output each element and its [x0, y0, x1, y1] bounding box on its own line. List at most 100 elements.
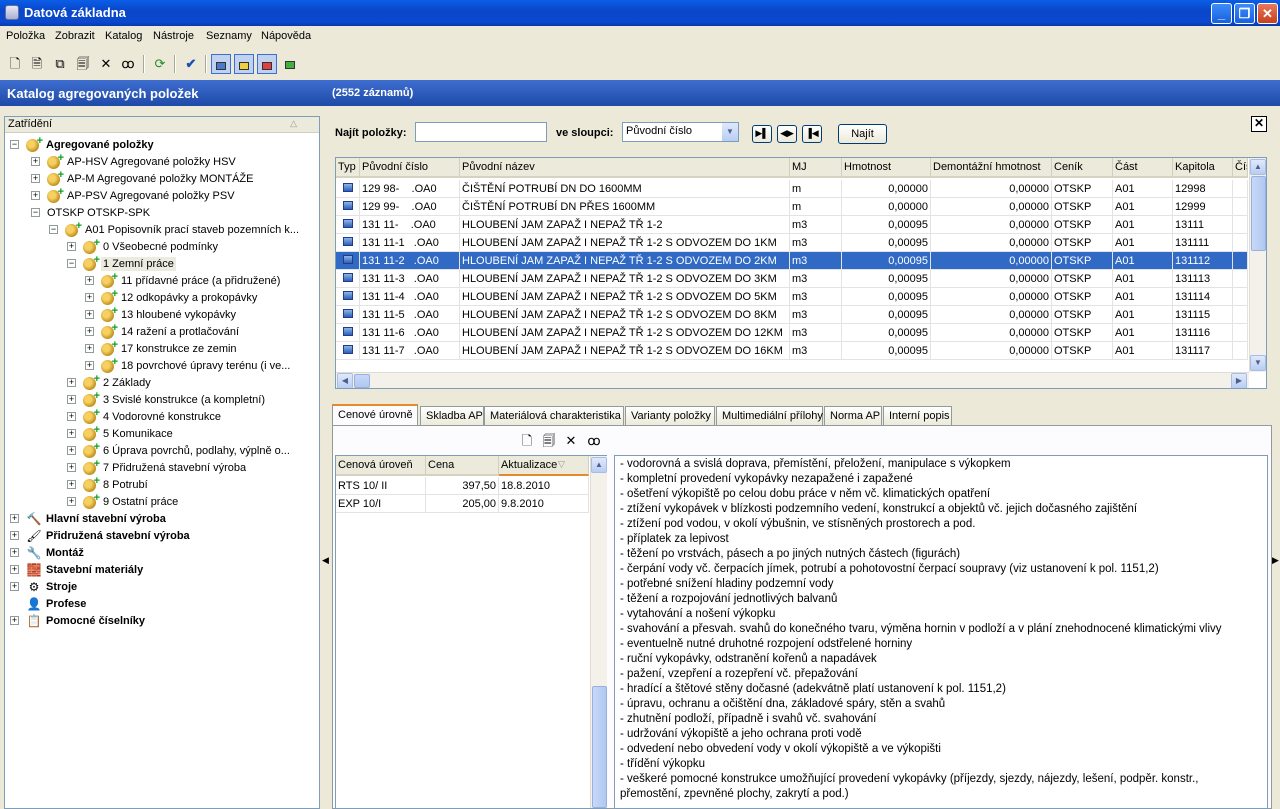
green-level-icon[interactable] — [280, 54, 300, 74]
scroll-up-icon[interactable]: ▲ — [1250, 159, 1266, 175]
close-panel-icon[interactable]: ✕ — [1251, 116, 1267, 132]
tree-node[interactable]: 9 Ostatní práce — [101, 495, 180, 509]
scroll-thumb[interactable] — [592, 686, 607, 808]
refresh-icon[interactable]: ⟳ — [150, 54, 170, 74]
table-row[interactable]: 131 11-1 .OA0 HLOUBENÍ JAM ZAPAŽ I NEPAŽ … — [336, 234, 1248, 252]
scroll-thumb[interactable] — [1251, 176, 1266, 251]
tree-node[interactable]: Přidružená stavební výroba — [44, 529, 192, 543]
both-directions-button[interactable]: ◀▶ — [777, 125, 797, 143]
tree-expander[interactable]: + — [67, 242, 76, 251]
tree-node[interactable]: Profese — [44, 597, 88, 611]
table-row[interactable]: 131 11-4 .OA0 HLOUBENÍ JAM ZAPAŽ I NEPAŽ … — [336, 288, 1248, 306]
table-row[interactable]: 131 11-2 .OA0 HLOUBENÍ JAM ZAPAŽ I NEPAŽ … — [336, 252, 1248, 270]
delete-price-icon[interactable]: ✕ — [561, 431, 581, 451]
column-select[interactable]: Původní číslo ▼ — [622, 122, 739, 142]
table-row[interactable]: 131 11-7 .OA0 HLOUBENÍ JAM ZAPAŽ I NEPAŽ … — [336, 342, 1248, 360]
tree-node[interactable]: AP-HSV Agregované položky HSV — [65, 155, 238, 169]
price-column-header[interactable]: Aktualizace — [499, 456, 589, 476]
tree-expander[interactable]: + — [67, 463, 76, 472]
price-row[interactable]: EXP 10/I 205,00 9.8.2010 — [336, 495, 589, 513]
tree-node[interactable]: Montáž — [44, 546, 86, 560]
tree-node[interactable]: 18 povrchové úpravy terénu (i ve... — [119, 359, 292, 373]
yellow-level-icon[interactable] — [234, 54, 254, 74]
tree-expander[interactable]: − — [49, 225, 58, 234]
tree-node[interactable]: Pomocné číselníky — [44, 614, 147, 628]
table-row[interactable]: 131 11- .OA0 HLOUBENÍ JAM ZAPAŽ I NEPAŽ T… — [336, 216, 1248, 234]
scroll-down-icon[interactable]: ▼ — [1250, 355, 1266, 371]
tree-node[interactable]: 5 Komunikace — [101, 427, 175, 441]
tree-expander[interactable]: + — [85, 310, 94, 319]
menu-seznamy[interactable]: Seznamy — [206, 30, 252, 42]
tree-expander[interactable]: + — [31, 157, 40, 166]
menu-polozka[interactable]: Položka — [6, 30, 45, 42]
search-input[interactable] — [415, 122, 547, 142]
tab-1[interactable]: Skladba AP — [420, 406, 484, 426]
tree-expander[interactable]: + — [10, 548, 19, 557]
tree-expander[interactable]: + — [10, 565, 19, 574]
column-header[interactable]: Demontážní hmotnost — [931, 158, 1052, 178]
tree-node[interactable]: 4 Vodorovné konstrukce — [101, 410, 223, 424]
tree-expander[interactable]: + — [67, 429, 76, 438]
check-icon[interactable]: ✔ — [181, 54, 201, 74]
tree-node[interactable]: 0 Všeobecné podmínky — [101, 240, 220, 254]
table-row[interactable]: 129 99- .OA0 ČIŠTĚNÍ POTRUBÍ DN PŘES 1600… — [336, 198, 1248, 216]
tree-node[interactable]: 11 přídavné práce (a přidružené) — [119, 274, 282, 288]
copy-icon[interactable]: ⧉ — [50, 54, 70, 74]
tree-node[interactable]: 12 odkopávky a prokopávky — [119, 291, 259, 305]
tree-node[interactable]: 17 konstrukce ze zemin — [119, 342, 239, 356]
tree-expander[interactable]: − — [67, 259, 76, 268]
tab-4[interactable]: Multimediální přílohy — [716, 406, 823, 426]
tree-expander[interactable]: − — [31, 208, 40, 217]
scroll-up-icon[interactable]: ▲ — [591, 457, 607, 473]
grid-horizontal-scrollbar[interactable]: ◀ ▶ — [336, 372, 1249, 388]
tree-expander[interactable]: + — [67, 446, 76, 455]
tree-node[interactable]: AP-M Agregované položky MONTÁŽE — [65, 172, 255, 186]
grid-vertical-scrollbar[interactable]: ▲ ▼ — [1249, 158, 1266, 372]
document-icon[interactable]: 🗎 — [27, 54, 47, 74]
price-column-header[interactable]: Cenová úroveň — [336, 456, 426, 476]
price-column-header[interactable]: Cena — [426, 456, 499, 476]
close-button[interactable]: ✕ — [1257, 3, 1278, 24]
table-row[interactable]: 129 98- .OA0 ČIŠTĚNÍ POTRUBÍ DN DO 1600MM… — [336, 180, 1248, 198]
tree-node[interactable]: 14 ražení a protlačování — [119, 325, 241, 339]
price-vertical-scrollbar[interactable]: ▲ — [590, 456, 607, 808]
table-row[interactable]: 131 11-5 .OA0 HLOUBENÍ JAM ZAPAŽ I NEPAŽ … — [336, 306, 1248, 324]
price-row[interactable]: RTS 10/ II 397,50 18.8.2010 — [336, 477, 589, 495]
table-row[interactable]: 131 11-6 .OA0 HLOUBENÍ JAM ZAPAŽ I NEPAŽ … — [336, 324, 1248, 342]
tree-node[interactable]: A01 Popisovník prací staveb pozemních k.… — [83, 223, 301, 237]
tab-6[interactable]: Interní popis — [883, 406, 952, 426]
tree-node[interactable]: OTSKP OTSKP-SPK — [45, 206, 152, 220]
menu-napoveda[interactable]: Nápověda — [261, 30, 311, 42]
column-header[interactable]: Ceník — [1052, 158, 1113, 178]
glasses-icon[interactable]: ꝏ — [118, 54, 138, 74]
tree-node[interactable]: AP-PSV Agregované položky PSV — [65, 189, 237, 203]
tree-expander[interactable]: + — [85, 276, 94, 285]
properties-icon[interactable]: 🗐 — [73, 54, 93, 74]
restore-button[interactable]: ❐ — [1234, 3, 1255, 24]
next-match-button[interactable]: ▶▌ — [752, 125, 772, 143]
new-document-icon[interactable]: 🗋 — [5, 54, 25, 74]
tree-node[interactable]: Hlavní stavební výroba — [44, 512, 168, 526]
tree-expander[interactable]: + — [85, 327, 94, 336]
tab-2[interactable]: Materiálová charakteristika — [484, 406, 624, 426]
previous-match-button[interactable]: ▐◀ — [802, 125, 822, 143]
column-header[interactable]: MJ — [790, 158, 842, 178]
column-header[interactable]: Kapitola — [1173, 158, 1233, 178]
tree-expander[interactable]: + — [85, 293, 94, 302]
tree-expander[interactable]: + — [10, 616, 19, 625]
menu-katalog[interactable]: Katalog — [105, 30, 142, 42]
tab-5[interactable]: Norma AP — [824, 406, 882, 426]
tree-expander[interactable]: + — [67, 395, 76, 404]
column-header[interactable]: Původní název — [460, 158, 790, 178]
column-header[interactable]: Typ — [336, 158, 360, 178]
tree-expander[interactable]: + — [67, 480, 76, 489]
tab-3[interactable]: Varianty položky — [625, 406, 715, 426]
find-button[interactable]: Najít — [838, 124, 887, 144]
blue-level-icon[interactable] — [211, 54, 231, 74]
hscroll-thumb[interactable] — [354, 374, 370, 388]
tree-expander[interactable]: + — [10, 531, 19, 540]
view-price-icon[interactable]: ꝏ — [584, 431, 604, 451]
tree-expander[interactable]: + — [85, 344, 94, 353]
tree-expander[interactable]: + — [85, 361, 94, 370]
table-row[interactable]: 131 11-3 .OA0 HLOUBENÍ JAM ZAPAŽ I NEPAŽ … — [336, 270, 1248, 288]
